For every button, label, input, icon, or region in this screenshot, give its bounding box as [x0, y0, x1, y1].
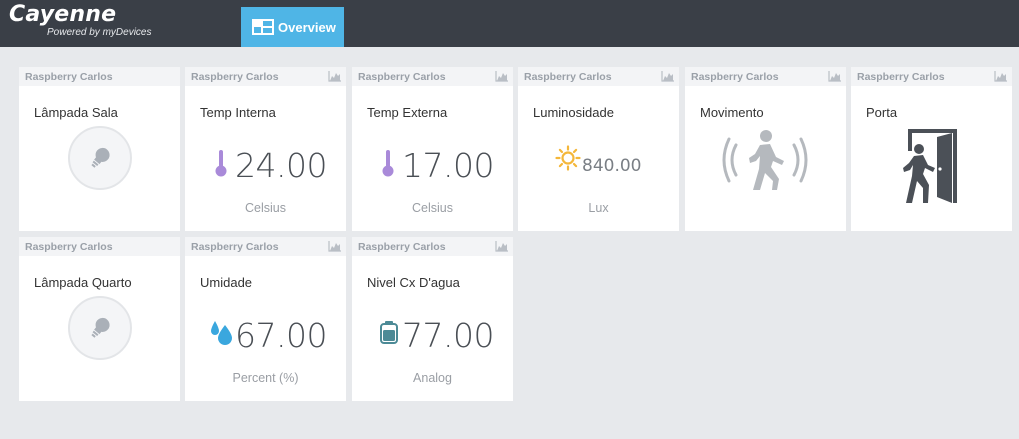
area-chart-icon[interactable]: [828, 70, 842, 82]
device-name: Raspberry Carlos: [25, 70, 113, 83]
lamp-toggle-button[interactable]: [68, 296, 132, 360]
widget-title: Temp Externa: [367, 105, 448, 120]
widget-header: Raspberry Carlos: [185, 67, 346, 86]
widget-title: Luminosidade: [533, 105, 614, 120]
widget-lampada-quarto[interactable]: Raspberry Carlos Lâmpada Quarto: [19, 237, 180, 401]
area-chart-icon[interactable]: [994, 70, 1008, 82]
sensor-value: 77.00: [402, 316, 494, 355]
widget-temp-externa[interactable]: Raspberry Carlos Temp Externa 17.00 Cels…: [352, 67, 513, 231]
sensor-unit: Percent (%): [232, 371, 299, 385]
widget-porta[interactable]: Raspberry Carlos Porta: [851, 67, 1012, 231]
widget-header: Raspberry Carlos: [685, 67, 846, 86]
widget-title: Porta: [866, 105, 898, 120]
sensor-value: 67.00: [235, 316, 327, 355]
sensor-unit: Celsius: [412, 201, 453, 215]
top-bar: Cayenne Powered by myDevices Overview: [0, 0, 1019, 47]
widget-title: Temp Interna: [200, 105, 276, 120]
widget-header: Raspberry Carlos: [352, 237, 513, 256]
area-chart-icon[interactable]: [495, 240, 509, 252]
device-name: Raspberry Carlos: [691, 70, 779, 83]
app-logo[interactable]: Cayenne Powered by myDevices: [9, 2, 151, 38]
device-name: Raspberry Carlos: [25, 240, 113, 253]
widget-title: Nivel Cx D'agua: [367, 275, 460, 290]
tank-icon: [380, 321, 398, 344]
tab-overview-label: Overview: [278, 19, 336, 35]
device-name: Raspberry Carlos: [191, 70, 279, 83]
lightbulb-icon: [91, 317, 110, 338]
widget-header: Raspberry Carlos: [19, 237, 180, 256]
widget-nivel-cx-dagua[interactable]: Raspberry Carlos Nivel Cx D'agua 77.00 A…: [352, 237, 513, 401]
device-name: Raspberry Carlos: [857, 70, 945, 83]
sensor-value: 840.00: [582, 156, 642, 176]
widget-header: Raspberry Carlos: [185, 237, 346, 256]
motion-person-icon: [722, 130, 808, 190]
dashboard-icon: [252, 19, 274, 35]
sensor-unit: Analog: [413, 371, 452, 385]
widget-title: Movimento: [700, 105, 764, 120]
water-drop-icon: [211, 321, 232, 345]
sensor-value: 24.00: [235, 146, 327, 185]
app-subtitle: Powered by myDevices: [47, 27, 152, 38]
area-chart-icon[interactable]: [328, 70, 342, 82]
tab-overview[interactable]: Overview: [241, 7, 344, 47]
widget-header: Raspberry Carlos: [19, 67, 180, 86]
area-chart-icon[interactable]: [495, 70, 509, 82]
device-name: Raspberry Carlos: [524, 70, 612, 83]
widget-umidade[interactable]: Raspberry Carlos Umidade 67.00 Percent (…: [185, 237, 346, 401]
device-name: Raspberry Carlos: [191, 240, 279, 253]
sensor-unit: Celsius: [245, 201, 286, 215]
area-chart-icon[interactable]: [661, 70, 675, 82]
sensor-value: 17.00: [402, 146, 494, 185]
widget-movimento[interactable]: Raspberry Carlos Movimento: [685, 67, 846, 231]
widget-title: Umidade: [200, 275, 253, 290]
sensor-unit: Lux: [588, 201, 609, 215]
widget-temp-interna[interactable]: Raspberry Carlos Temp Interna 24.00 Cels…: [185, 67, 346, 231]
widget-title: Lâmpada Quarto: [34, 275, 132, 290]
device-name: Raspberry Carlos: [358, 240, 446, 253]
widget-title: Lâmpada Sala: [34, 105, 118, 120]
thermometer-icon: [215, 150, 227, 177]
lightbulb-icon: [91, 147, 110, 168]
device-name: Raspberry Carlos: [358, 70, 446, 83]
widget-header: Raspberry Carlos: [518, 67, 679, 86]
widget-header: Raspberry Carlos: [851, 67, 1012, 86]
widget-lampada-sala[interactable]: Raspberry Carlos Lâmpada Sala: [19, 67, 180, 231]
app-title: Cayenne: [9, 2, 117, 27]
sun-icon: [555, 145, 581, 171]
door-exit-icon: [903, 129, 957, 203]
widget-header: Raspberry Carlos: [352, 67, 513, 86]
lamp-toggle-button[interactable]: [68, 126, 132, 190]
widget-luminosidade[interactable]: Raspberry Carlos Luminosidade 840.00 Lux: [518, 67, 679, 231]
area-chart-icon[interactable]: [328, 240, 342, 252]
thermometer-icon: [382, 150, 394, 177]
